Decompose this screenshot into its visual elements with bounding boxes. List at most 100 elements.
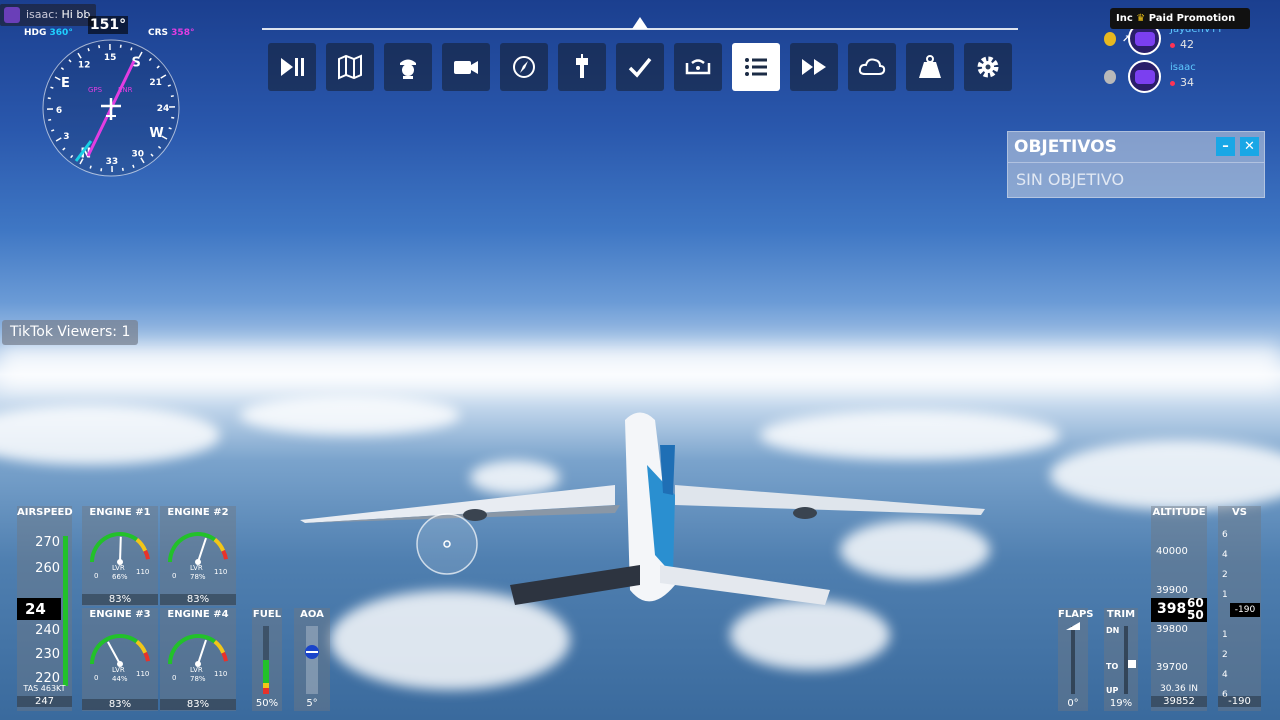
compass-tick [48,118,52,121]
trim-indicator [1128,660,1136,668]
yoke-icon [685,59,711,75]
compass-panel: 151° HDG 360° CRS 358° N 3 6 E 12 15 S 21 24 W 30 3… [22,16,202,181]
engine-gauge-4: ENGINE #4 0 LVR 78% 110 83% [160,608,236,711]
svg-text:LVR: LVR [112,666,125,674]
compass-rose: N36E1215 S2124W3033 GPS ENR [42,39,180,177]
compass-tick-label: 21 [149,78,162,88]
altitude-readout: 398 60 50 [1151,596,1207,622]
compass-tick [98,45,101,49]
gear-icon [977,56,999,78]
objectives-body: SIN OBJETIVO [1016,170,1125,189]
fuel-panel: FUEL 50% [252,608,282,711]
svg-text:LVR: LVR [112,564,125,572]
cloud [0,405,220,465]
airspeed-bottom: 247 [17,696,72,707]
compass-tick [47,97,51,100]
vs-bottom: -190 [1218,696,1261,707]
toolbar-button-pause-play[interactable] [268,43,316,91]
toolbar-button-navlog[interactable] [500,43,548,91]
altitude-tick: 39800 [1156,624,1188,635]
leaderboard-score: 42 [1170,38,1194,51]
minimize-button[interactable]: – [1216,137,1235,156]
fast-forward-icon [802,59,826,75]
heading-readout: 151° [88,16,128,34]
flaps-title: FLAPS [1058,609,1094,620]
engine-bottom: 83% [82,594,158,605]
tas-label: TAS 463KT [23,684,66,693]
svg-text:110: 110 [136,670,149,678]
engine-bottom: 83% [160,699,236,710]
svg-text:GPS: GPS [88,86,103,94]
vs-readout: -190 [1230,603,1260,617]
altitude-bottom: 39852 [1151,696,1207,707]
list-icon [745,58,767,76]
altitude-tick: 40000 [1156,546,1188,557]
toolbar-button-map[interactable] [326,43,374,91]
airspeed-readout: 24 [17,598,61,620]
close-button[interactable]: ✕ [1240,137,1259,156]
fuel-amber-band [263,683,269,688]
engine-title: ENGINE #1 [89,507,151,518]
engine-dial: 0 LVR78% 110 [168,532,228,581]
paid-promotion-badge[interactable]: Inc ♛ Paid Promotion ↗ [1110,8,1250,45]
toolbar-button-controls[interactable] [674,43,722,91]
compass-tick-label: W [149,126,163,141]
trim-panel: TRIM DN TO UP 19% [1104,608,1138,711]
svg-text:0: 0 [94,674,98,682]
compass-tick [132,164,135,168]
compass-tick [121,167,124,171]
horizon-haze [0,345,1280,390]
silver-medal-icon [1104,70,1116,84]
leaderboard-row: isaac 34 [1100,60,1280,96]
compass-tick [170,95,174,98]
objectives-title: OBJETIVOS [1014,137,1117,157]
tower-icon [576,54,588,78]
toolbar-button-pilot[interactable] [384,43,432,91]
compass-icon [513,56,535,78]
crown-icon: ♛ [1136,13,1146,24]
fuel-value: 50% [255,698,279,709]
vs-panel: VS 6 4 2 1 1 2 4 6 -190 -190 [1218,506,1261,711]
svg-text:66%: 66% [112,573,128,581]
compass-tick-label: 33 [106,157,119,167]
compass-tick-label: 30 [132,150,145,160]
svg-text:110: 110 [214,670,227,678]
toolbar-button-settings[interactable] [964,43,1012,91]
svg-text:LVR: LVR [190,666,203,674]
baro-setting: 30.36 IN [1159,684,1198,694]
altitude-title: ALTITUDE [1152,507,1206,518]
top-progress-marker [632,17,648,29]
airspeed-green-band [63,536,68,686]
toolbar-button-weather[interactable] [848,43,896,91]
aoa-panel: AOA 5° [294,608,330,711]
compass-tick-label: 15 [104,53,117,63]
trim-up-label: UP [1106,686,1119,695]
compass-tick [50,86,54,89]
toolbar-button-camera[interactable] [442,43,490,91]
compass-tick [51,129,55,132]
chat-avatar [4,7,20,23]
svg-text:0: 0 [172,572,176,580]
svg-text:0: 0 [94,572,98,580]
trim-dn-label: DN [1106,626,1120,635]
cloud-icon [858,58,886,75]
compass-tick-label: 3 [63,132,69,142]
engine-bottom: 83% [82,699,158,710]
engine-title: ENGINE #2 [167,507,229,518]
toolbar-button-atc[interactable] [558,43,606,91]
toolbar-button-weight[interactable] [906,43,954,91]
camera-icon [454,61,478,74]
aoa-value: 5° [306,698,318,709]
toolbar-button-sim-rate[interactable] [790,43,838,91]
svg-text:78%: 78% [190,573,206,581]
leaderboard-score: 34 [1170,76,1194,89]
gold-medal-icon [1104,32,1116,46]
toolbar-button-objectives[interactable] [732,43,780,91]
engine-gauge-1: ENGINE #1 0 LVR 66% 110 83% [82,506,158,606]
toolbar-button-checklist[interactable] [616,43,664,91]
flaps-value: 0° [1067,698,1079,709]
airplane-image [300,412,985,605]
engine-gauge-2: ENGINE #2 0 LVR 78% 110 83% [160,506,236,606]
external-link-icon: ↗ [1122,34,1131,45]
divider [1008,162,1264,163]
